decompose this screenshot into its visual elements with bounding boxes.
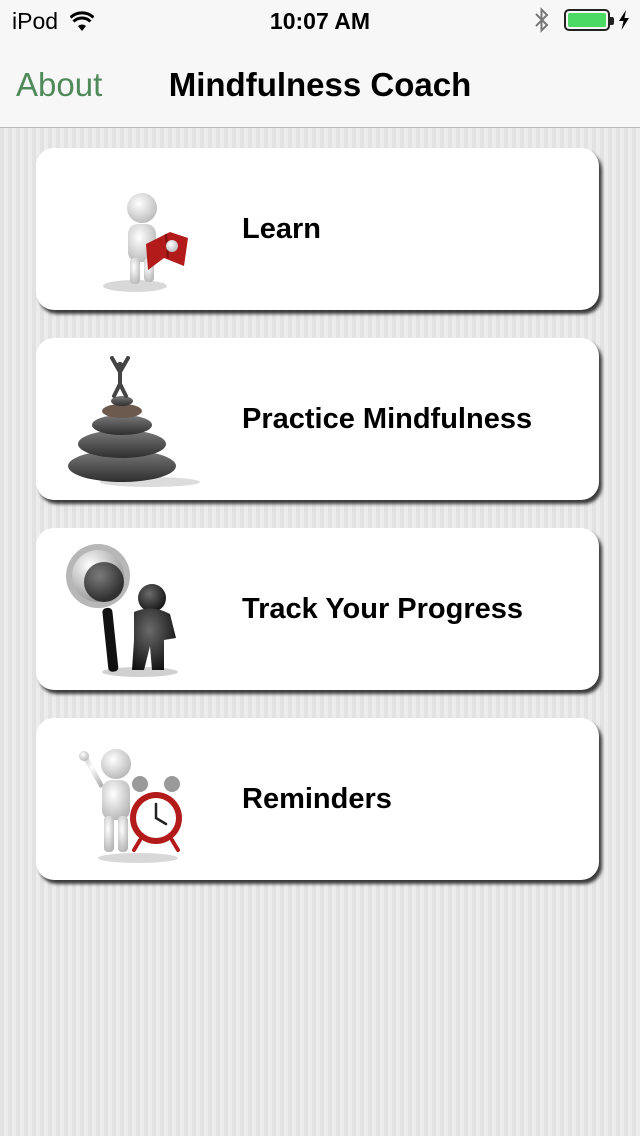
menu-item-label: Learn: [242, 212, 321, 245]
menu-item-track-your-progress[interactable]: Track Your Progress: [36, 528, 599, 690]
main-menu: Learn Practice Mindfulness Track Your Pr…: [36, 148, 599, 908]
menu-item-label: Reminders: [242, 782, 392, 815]
charging-bolt-icon: [619, 10, 629, 30]
battery-icon: [564, 9, 614, 31]
top-bar: iPod 10:07 AM About Mindfulness Coach: [0, 0, 640, 128]
alarm-clock-figure-icon: [79, 749, 182, 863]
magnifier-figure-icon: [66, 544, 178, 677]
menu-item-reminders[interactable]: Reminders: [36, 718, 599, 880]
status-right: [534, 7, 630, 33]
menu-item-learn[interactable]: Learn: [36, 148, 599, 310]
battery-tip: [610, 17, 614, 25]
stacked-stones-icon: [68, 356, 200, 487]
menu-item-practice-mindfulness[interactable]: Practice Mindfulness: [36, 338, 599, 500]
menu-item-label: Practice Mindfulness: [242, 402, 533, 435]
reading-figure-icon: [103, 193, 188, 292]
status-bar: iPod 10:07 AM: [0, 0, 640, 40]
page-title: Mindfulness Coach: [168, 66, 472, 103]
menu-item-label: Track Your Progress: [242, 592, 524, 625]
battery-level: [568, 13, 606, 27]
bluetooth-icon: [535, 7, 549, 33]
